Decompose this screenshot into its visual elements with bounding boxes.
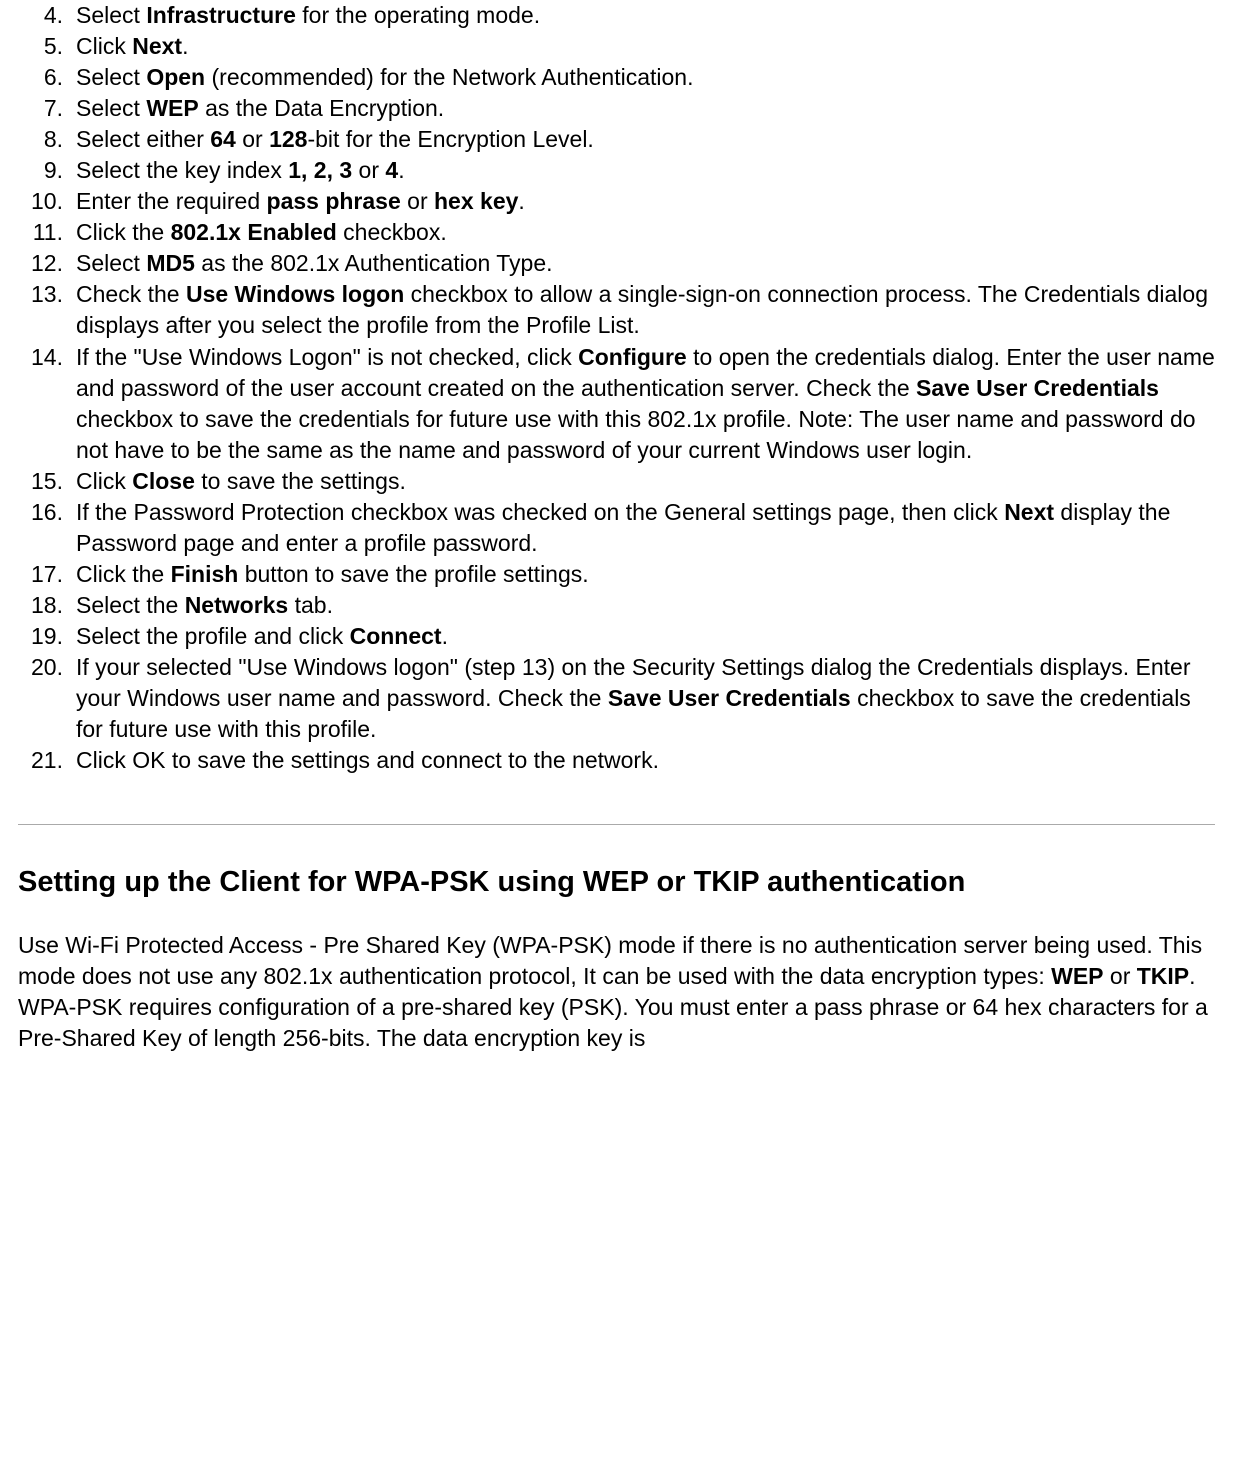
- instruction-step: If the Password Protection checkbox was …: [18, 497, 1215, 559]
- step-text: Click the: [76, 561, 171, 587]
- step-bold: Next: [1004, 499, 1054, 525]
- intro-paragraph: Use Wi-Fi Protected Access - Pre Shared …: [18, 930, 1215, 1054]
- intro-text: or: [1104, 963, 1137, 989]
- step-bold: Infrastructure: [146, 2, 296, 28]
- step-bold: 64: [210, 126, 236, 152]
- intro-bold-tkip: TKIP: [1137, 963, 1189, 989]
- instruction-step: Select WEP as the Data Encryption.: [18, 93, 1215, 124]
- step-text: button to save the profile settings.: [238, 561, 588, 587]
- step-bold: Close: [132, 468, 195, 494]
- step-bold: Open: [146, 64, 205, 90]
- step-text: -bit for the Encryption Level.: [307, 126, 593, 152]
- step-bold: WEP: [146, 95, 198, 121]
- step-text: Click: [76, 468, 132, 494]
- step-text: or: [401, 188, 434, 214]
- step-bold: MD5: [146, 250, 195, 276]
- step-bold: Next: [132, 33, 182, 59]
- instruction-list: Select Infrastructure for the operating …: [18, 0, 1215, 776]
- section-heading: Setting up the Client for WPA-PSK using …: [18, 863, 1215, 902]
- step-text: Select: [76, 2, 146, 28]
- step-bold: Use Windows logon: [186, 281, 404, 307]
- step-bold: Save User Credentials: [608, 685, 851, 711]
- step-text: as the Data Encryption.: [199, 95, 444, 121]
- step-text: .: [398, 157, 404, 183]
- instruction-step: If the "Use Windows Logon" is not checke…: [18, 342, 1215, 466]
- instruction-step: Select the key index 1, 2, 3 or 4.: [18, 155, 1215, 186]
- step-text: Select the: [76, 592, 185, 618]
- intro-text: Use Wi-Fi Protected Access - Pre Shared …: [18, 932, 1202, 989]
- instruction-step: Select MD5 as the 802.1x Authentication …: [18, 248, 1215, 279]
- step-text: Select either: [76, 126, 210, 152]
- instruction-step: Select Infrastructure for the operating …: [18, 0, 1215, 31]
- step-bold: Finish: [171, 561, 239, 587]
- step-text: as the 802.1x Authentication Type.: [195, 250, 553, 276]
- step-text: Click the: [76, 219, 171, 245]
- step-text: .: [182, 33, 188, 59]
- instruction-step: Select either 64 or 128-bit for the Encr…: [18, 124, 1215, 155]
- instruction-step: Click the Finish button to save the prof…: [18, 559, 1215, 590]
- step-text: Check the: [76, 281, 186, 307]
- section-divider: [18, 824, 1215, 825]
- step-text: Select: [76, 95, 146, 121]
- instruction-step: Select the Networks tab.: [18, 590, 1215, 621]
- instruction-step: Click the 802.1x Enabled checkbox.: [18, 217, 1215, 248]
- step-text: Click OK to save the settings and connec…: [76, 747, 659, 773]
- step-text: for the operating mode.: [296, 2, 540, 28]
- instruction-step: If your selected "Use Windows logon" (st…: [18, 652, 1215, 745]
- step-bold: pass phrase: [267, 188, 401, 214]
- step-text: checkbox.: [337, 219, 447, 245]
- instruction-step: Check the Use Windows logon checkbox to …: [18, 279, 1215, 341]
- step-bold: hex key: [434, 188, 518, 214]
- instruction-step: Select the profile and click Connect.: [18, 621, 1215, 652]
- step-bold: Networks: [185, 592, 289, 618]
- step-bold: Connect: [350, 623, 442, 649]
- step-text: .: [442, 623, 448, 649]
- step-bold: Configure: [578, 344, 687, 370]
- instruction-step: Click Next.: [18, 31, 1215, 62]
- step-text: Select the key index: [76, 157, 288, 183]
- step-text: or: [352, 157, 385, 183]
- step-text: or: [236, 126, 269, 152]
- step-text: to save the settings.: [195, 468, 406, 494]
- instruction-step: Click OK to save the settings and connec…: [18, 745, 1215, 776]
- intro-bold-wep: WEP: [1051, 963, 1103, 989]
- step-bold: 4: [385, 157, 398, 183]
- step-bold: 802.1x Enabled: [171, 219, 337, 245]
- step-text: checkbox to save the credentials for fut…: [76, 406, 1196, 463]
- instruction-step: Enter the required pass phrase or hex ke…: [18, 186, 1215, 217]
- step-text: Select: [76, 64, 146, 90]
- step-text: Click: [76, 33, 132, 59]
- instruction-step: Click Close to save the settings.: [18, 466, 1215, 497]
- step-text: tab.: [288, 592, 333, 618]
- step-text: Select the profile and click: [76, 623, 350, 649]
- step-text: If the Password Protection checkbox was …: [76, 499, 1004, 525]
- instruction-step: Select Open (recommended) for the Networ…: [18, 62, 1215, 93]
- step-bold: Save User Credentials: [916, 375, 1159, 401]
- step-text: If the "Use Windows Logon" is not checke…: [76, 344, 578, 370]
- step-text: .: [518, 188, 524, 214]
- step-text: Select: [76, 250, 146, 276]
- step-bold: 128: [269, 126, 307, 152]
- step-text: (recommended) for the Network Authentica…: [205, 64, 693, 90]
- step-text: Enter the required: [76, 188, 267, 214]
- step-bold: 1, 2, 3: [288, 157, 352, 183]
